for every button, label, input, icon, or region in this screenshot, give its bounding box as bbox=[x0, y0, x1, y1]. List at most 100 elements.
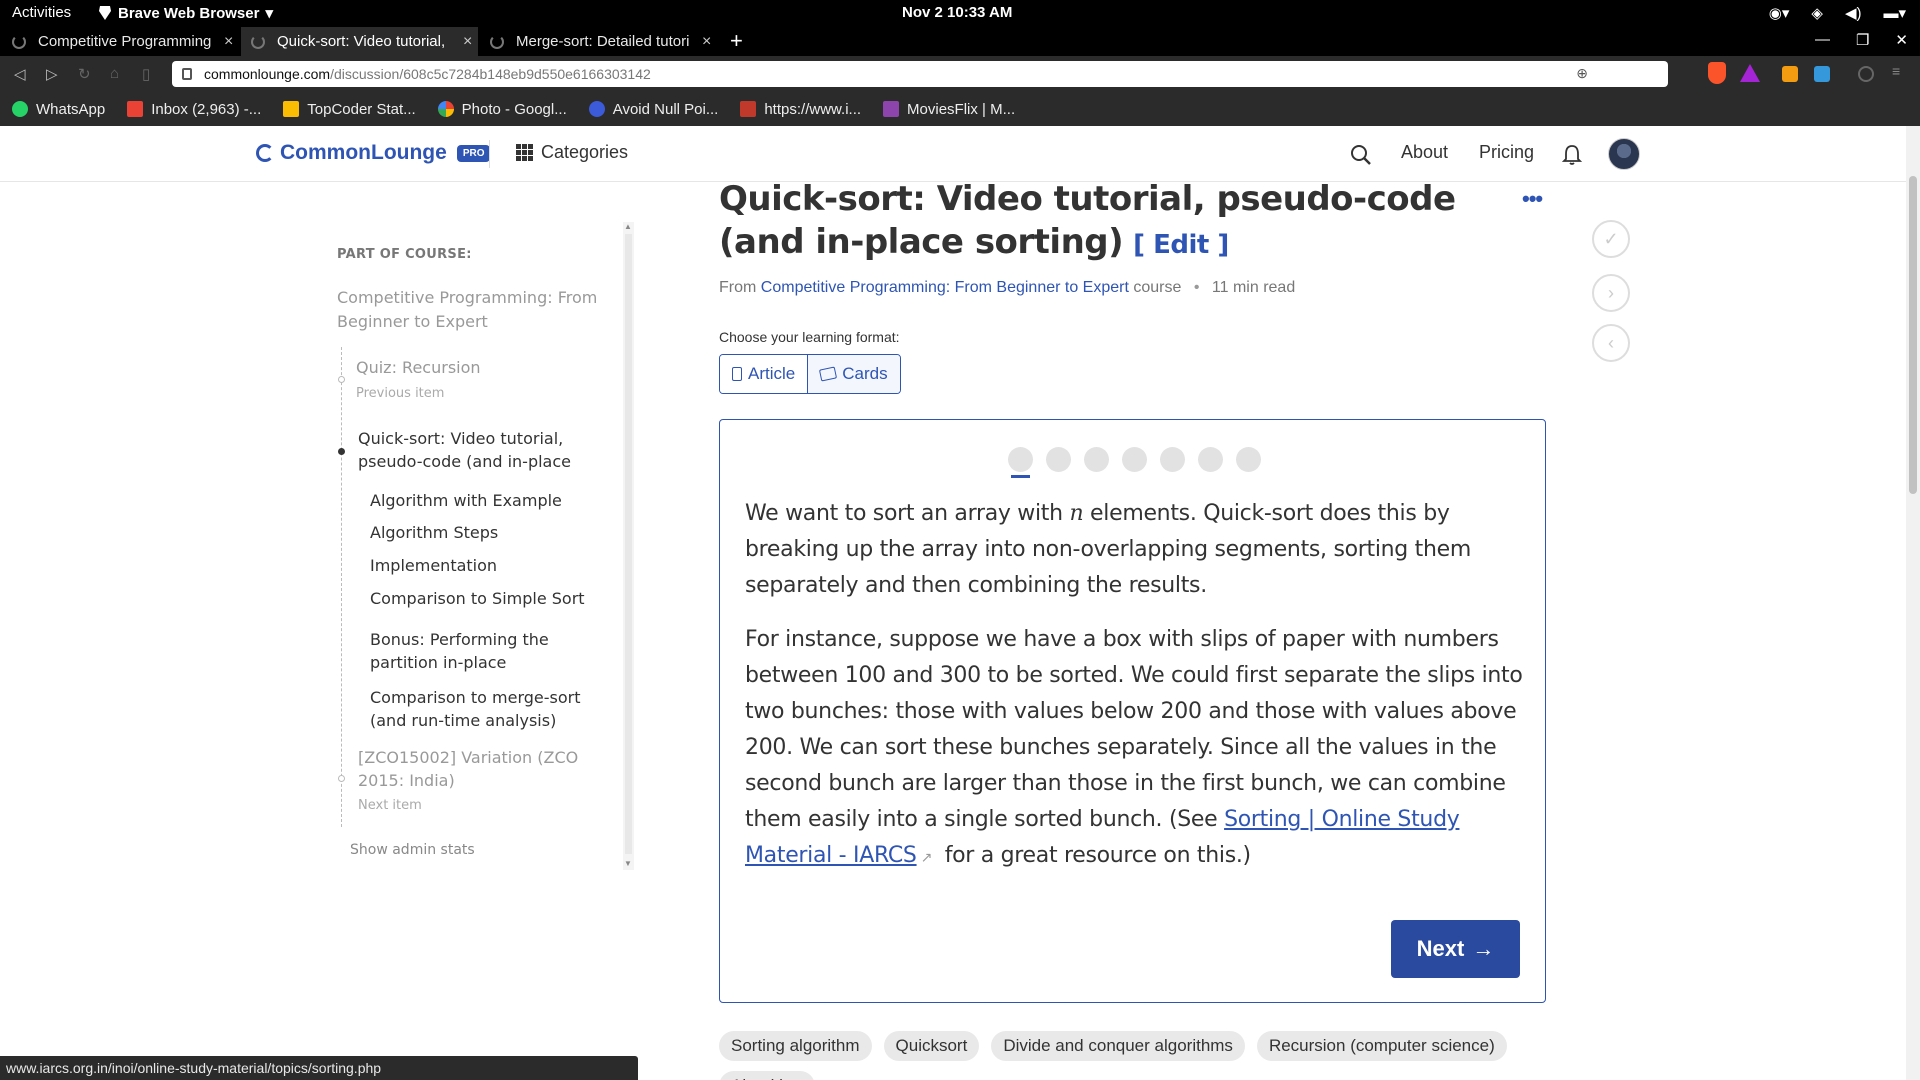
pro-badge: PRO bbox=[456, 144, 491, 162]
extension-icon[interactable] bbox=[1782, 66, 1798, 82]
page-scrollbar[interactable] bbox=[1906, 126, 1920, 1080]
bookmark-www[interactable]: https://www.i... bbox=[740, 101, 861, 118]
progress-dot[interactable] bbox=[1198, 447, 1223, 472]
tab-quick-sort[interactable]: Quick-sort: Video tutorial, × bbox=[241, 27, 478, 56]
app-menu[interactable]: Brave Web Browser ▾ bbox=[98, 4, 273, 22]
extension-pen-icon[interactable] bbox=[1814, 66, 1830, 82]
brave-shields-icon[interactable] bbox=[1708, 62, 1726, 84]
card-content: We want to sort an array with n elements… bbox=[745, 496, 1525, 876]
tab-title: Competitive Programming bbox=[38, 33, 212, 50]
previous-item-button[interactable]: ‹ bbox=[1592, 324, 1630, 362]
categories-menu[interactable]: Categories bbox=[516, 142, 628, 163]
paragraph-text: for a great resource on this.) bbox=[938, 843, 1251, 868]
tab-competitive-programming[interactable]: Competitive Programming × bbox=[2, 27, 239, 56]
close-window-button[interactable]: ✕ bbox=[1895, 31, 1908, 49]
brave-lion-icon bbox=[99, 6, 111, 20]
toc-section-algorithm-example[interactable]: Algorithm with Example bbox=[370, 489, 610, 512]
forward-button[interactable]: ▷ bbox=[46, 65, 58, 83]
pricing-link[interactable]: Pricing bbox=[1479, 142, 1534, 163]
progress-dot[interactable] bbox=[1160, 447, 1185, 472]
tag-sorting-algorithm[interactable]: Sorting algorithm bbox=[719, 1031, 872, 1061]
clock[interactable]: Nov 2 10:33 AM bbox=[902, 4, 1012, 21]
progress-dot[interactable] bbox=[1084, 447, 1109, 472]
toc-line bbox=[341, 347, 342, 827]
page-scroll-thumb[interactable] bbox=[1909, 176, 1917, 494]
avatar[interactable] bbox=[1608, 138, 1640, 170]
bookmark-whatsapp[interactable]: WhatsApp bbox=[12, 101, 105, 118]
bookmark-avoid-null[interactable]: Avoid Null Poi... bbox=[588, 101, 718, 118]
zoom-icon[interactable]: ⊕ bbox=[1576, 65, 1588, 82]
next-item-link[interactable]: [ZCO15002] Variation (ZCO 2015: India) bbox=[358, 746, 603, 792]
menu-icon[interactable]: ≡ bbox=[1892, 63, 1908, 79]
card-paragraph: We want to sort an array with n elements… bbox=[745, 496, 1525, 604]
brave-rewards-icon[interactable] bbox=[1740, 64, 1760, 82]
course-title-link[interactable]: Competitive Programming: From Beginner t… bbox=[337, 286, 602, 334]
more-options-icon[interactable]: ••• bbox=[1522, 186, 1543, 212]
close-tab-icon[interactable]: × bbox=[224, 33, 233, 51]
bookmark-moviesflix[interactable]: MoviesFlix | M... bbox=[883, 101, 1015, 118]
app-menu-label: Brave Web Browser bbox=[118, 4, 260, 22]
document-icon bbox=[732, 367, 742, 381]
search-icon[interactable] bbox=[1350, 144, 1372, 166]
previous-item-caption: Previous item bbox=[356, 386, 445, 401]
sidebar-scrollbar[interactable]: ▲ ▼ bbox=[623, 222, 634, 870]
tab-strip: Competitive Programming × Quick-sort: Vi… bbox=[0, 27, 1920, 56]
scroll-down-icon[interactable]: ▼ bbox=[624, 859, 632, 868]
gmail-icon bbox=[127, 101, 144, 117]
close-tab-icon[interactable]: × bbox=[702, 33, 711, 51]
bookmark-label: TopCoder Stat... bbox=[307, 100, 416, 118]
topic-tags: Sorting algorithm Quicksort Divide and c… bbox=[719, 1031, 1549, 1080]
minimize-button[interactable]: — bbox=[1815, 31, 1830, 49]
progress-dot[interactable] bbox=[1008, 447, 1033, 478]
next-item-button[interactable]: › bbox=[1592, 274, 1630, 312]
reload-button[interactable]: ↻ bbox=[78, 65, 91, 83]
bookmark-icon[interactable]: ▯ bbox=[142, 65, 150, 83]
meta-course-link[interactable]: Competitive Programming: From Beginner t… bbox=[761, 279, 1129, 296]
header-divider bbox=[489, 140, 490, 168]
tab-merge-sort[interactable]: Merge-sort: Detailed tutori × bbox=[480, 27, 717, 56]
address-bar[interactable]: commonlounge.com/discussion/608c5c7284b1… bbox=[172, 61, 1668, 87]
bookmark-google-photos[interactable]: Photo - Googl... bbox=[437, 101, 567, 118]
progress-dot[interactable] bbox=[1236, 447, 1261, 472]
previous-item-link[interactable]: Quiz: Recursion bbox=[356, 358, 481, 377]
accessibility-icon[interactable]: ◉▾ bbox=[1769, 4, 1790, 22]
tag-algorithm[interactable]: Algorithm bbox=[719, 1071, 815, 1080]
back-button[interactable]: ◁ bbox=[14, 65, 26, 83]
activities-button[interactable]: Activities bbox=[12, 4, 71, 21]
close-tab-icon[interactable]: × bbox=[463, 33, 472, 51]
sidebar-scroll-thumb[interactable] bbox=[625, 234, 632, 854]
next-button[interactable]: Next → bbox=[1391, 920, 1520, 978]
url-host: commonlounge.com bbox=[204, 66, 331, 82]
toc-section-bonus-partition[interactable]: Bonus: Performing the partition in-place bbox=[370, 628, 610, 674]
math-variable: n bbox=[1069, 501, 1084, 526]
cards-format-button[interactable]: Cards bbox=[807, 355, 900, 393]
profile-icon[interactable] bbox=[1858, 66, 1874, 82]
meta-course-suffix: course bbox=[1133, 279, 1182, 296]
system-tray[interactable]: ◉▾ ◈ ◀) ▬▾ bbox=[1769, 4, 1906, 22]
edit-link[interactable]: [ Edit ] bbox=[1133, 230, 1229, 260]
about-link[interactable]: About bbox=[1401, 142, 1448, 163]
chevron-left-icon: ‹ bbox=[1608, 332, 1614, 353]
battery-icon: ▬▾ bbox=[1883, 5, 1906, 22]
home-button[interactable]: ⌂ bbox=[110, 65, 119, 82]
new-tab-button[interactable]: + bbox=[730, 28, 743, 54]
progress-dot[interactable] bbox=[1122, 447, 1147, 472]
progress-dot[interactable] bbox=[1046, 447, 1071, 472]
mark-complete-button[interactable]: ✓ bbox=[1592, 220, 1630, 258]
scroll-up-icon[interactable]: ▲ bbox=[624, 222, 632, 231]
article-format-button[interactable]: Article bbox=[720, 355, 808, 393]
toc-section-comparison-merge-sort[interactable]: Comparison to merge-sort (and run-time a… bbox=[370, 686, 610, 732]
toc-section-comparison-simple-sort[interactable]: Comparison to Simple Sort bbox=[370, 587, 610, 610]
show-admin-stats-link[interactable]: Show admin stats bbox=[350, 842, 475, 858]
commonlounge-logo[interactable]: CommonLounge PRO bbox=[256, 141, 491, 165]
tag-recursion[interactable]: Recursion (computer science) bbox=[1256, 1031, 1507, 1061]
bell-icon[interactable] bbox=[1562, 144, 1582, 166]
tag-divide-and-conquer[interactable]: Divide and conquer algorithms bbox=[991, 1031, 1245, 1061]
restore-button[interactable]: ❐ bbox=[1856, 31, 1869, 49]
toc-section-algorithm-steps[interactable]: Algorithm Steps bbox=[370, 521, 610, 544]
tag-quicksort[interactable]: Quicksort bbox=[883, 1031, 980, 1061]
chevron-down-icon: ▾ bbox=[265, 5, 273, 22]
bookmark-inbox[interactable]: Inbox (2,963) -... bbox=[127, 101, 261, 118]
toc-section-implementation[interactable]: Implementation bbox=[370, 554, 610, 577]
bookmark-topcoder[interactable]: TopCoder Stat... bbox=[283, 100, 416, 118]
